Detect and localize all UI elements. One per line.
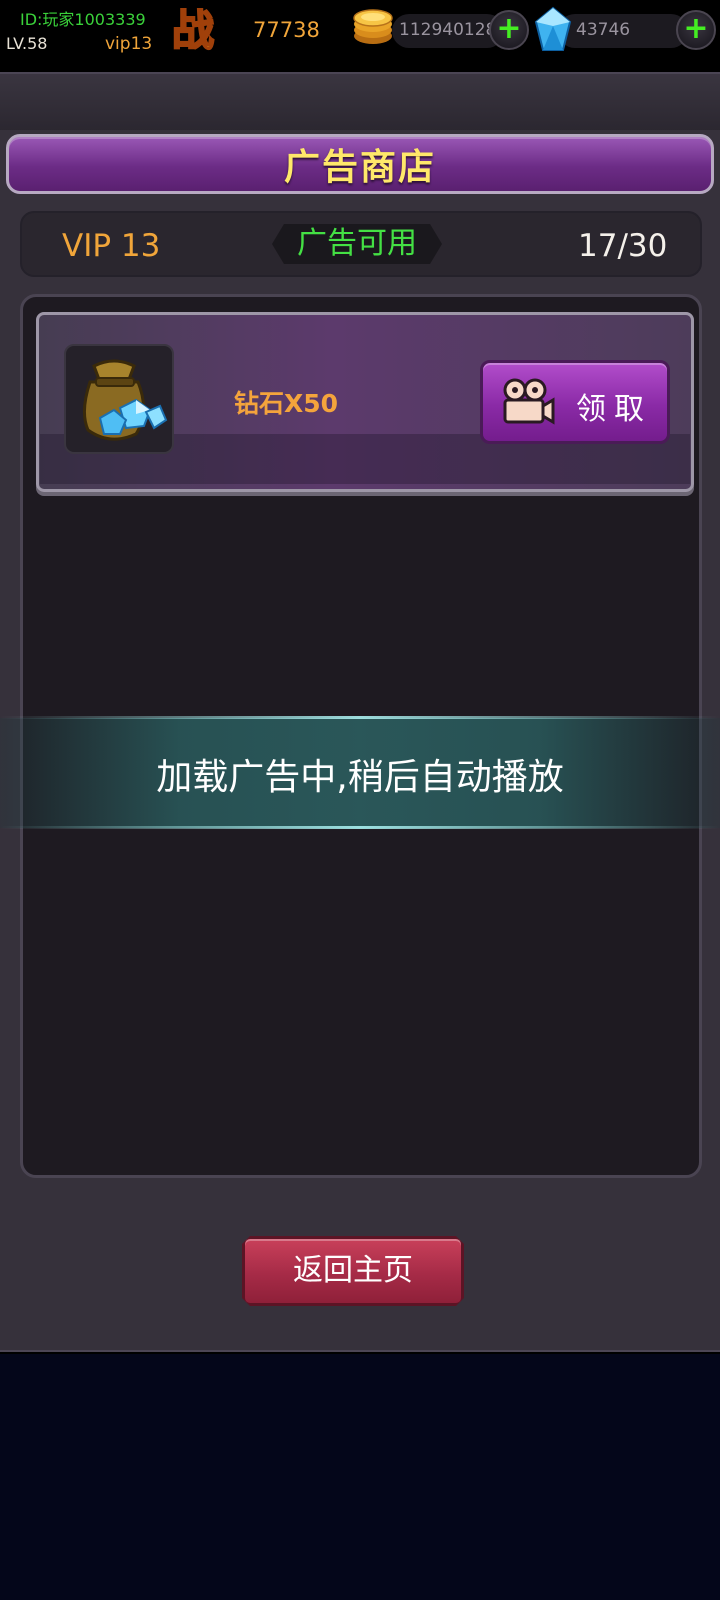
gem-value: 43746 — [576, 20, 631, 40]
player-level: LV.58 — [6, 34, 48, 53]
coin-value: 112940128 — [399, 20, 495, 40]
plus-icon: + — [496, 11, 522, 46]
back-home-label[interactable]: 返回主页 — [242, 1236, 464, 1306]
plus-icon: + — [683, 11, 709, 46]
toast-bottom-line — [0, 826, 720, 829]
player-status-bar — [0, 72, 720, 132]
ad-count: 17/30 — [578, 228, 668, 264]
claim-button-label: 领取 — [576, 392, 652, 427]
diamond-bag-icon — [83, 359, 168, 441]
gold-coin-icon — [353, 9, 393, 44]
video-camera-icon — [503, 378, 555, 425]
title-banner: 广告商店 — [6, 134, 714, 194]
add-gems-button[interactable]: + — [676, 10, 716, 50]
zhan-badge-icon: 战 — [171, 5, 215, 54]
toast-top-line — [0, 716, 720, 719]
page-title: 广告商店 — [283, 147, 436, 188]
add-coins-button[interactable]: + — [489, 10, 529, 50]
player-vip: vip13 — [105, 34, 153, 54]
player-id: ID:玩家1003339 — [20, 10, 146, 29]
diamond-icon — [534, 6, 572, 51]
ad-status-text: 广告可用 — [297, 226, 417, 261]
vip-label: VIP 13 — [62, 228, 161, 264]
bottom-background — [0, 1354, 720, 1600]
power-value: 77738 — [253, 18, 320, 42]
toast-message: 加载广告中,稍后自动播放 — [156, 757, 564, 798]
offer-name: 钻石X50 — [234, 389, 339, 418]
svg-text:战: 战 — [172, 6, 214, 54]
